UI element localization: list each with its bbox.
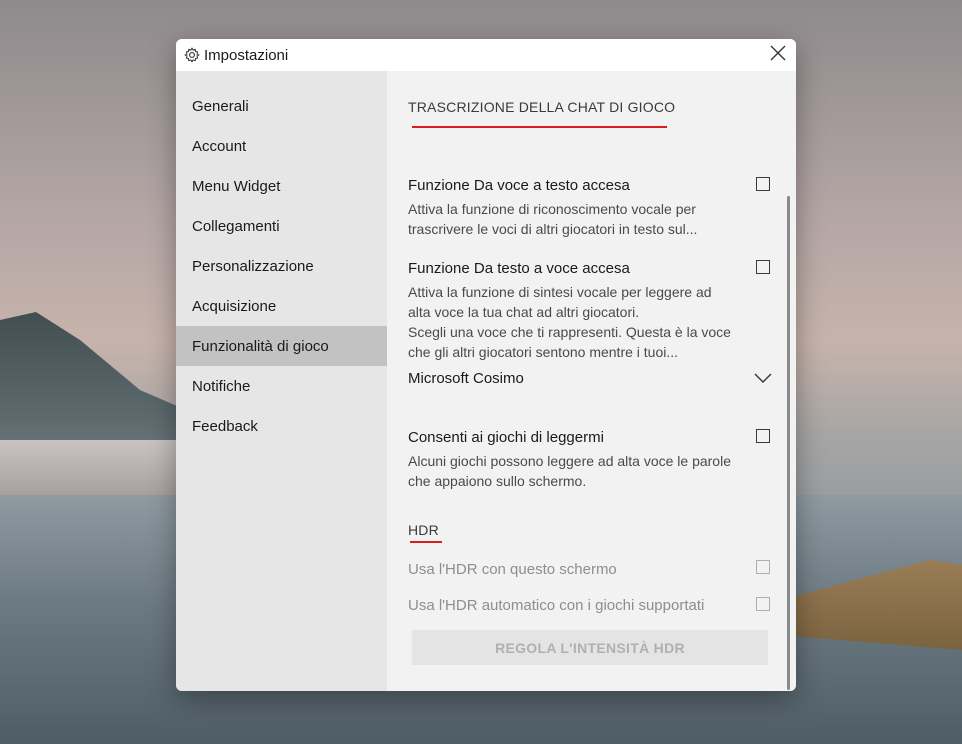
desc-line: trascrivere le voci di altri giocatori i… <box>408 221 698 237</box>
chevron-down-icon <box>754 371 772 385</box>
sidebar-item-personalizzazione[interactable]: Personalizzazione <box>176 246 387 286</box>
voice-dropdown[interactable]: Microsoft Cosimo <box>408 367 772 391</box>
hdr-intensity-button[interactable]: REGOLA L'INTENSITÀ HDR <box>412 630 768 665</box>
use-hdr-checkbox[interactable] <box>756 560 770 574</box>
gear-icon <box>184 47 200 63</box>
text-to-speech-desc: Attiva la funzione di sintesi vocale per… <box>408 282 753 362</box>
sidebar-item-account[interactable]: Account <box>176 126 387 166</box>
settings-content: TRASCRIZIONE DELLA CHAT DI GIOCO Funzion… <box>387 71 796 691</box>
read-to-me-checkbox[interactable] <box>756 429 770 443</box>
window-title: Impostazioni <box>204 47 289 64</box>
auto-hdr-label: Usa l'HDR automatico con i giochi suppor… <box>408 597 705 614</box>
text-to-speech-title: Funzione Da testo a voce accesa <box>408 260 630 277</box>
title-bar: Impostazioni <box>176 39 796 71</box>
close-icon <box>770 45 786 66</box>
desc-line: alta voce la tua chat ad altri giocatori… <box>408 304 640 320</box>
sidebar-item-funzionalita-di-gioco[interactable]: Funzionalità di gioco <box>176 326 387 366</box>
speech-to-text-desc: Attiva la funzione di riconoscimento voc… <box>408 199 753 239</box>
sidebar-item-label: Collegamenti <box>192 217 280 235</box>
sidebar-item-collegamenti[interactable]: Collegamenti <box>176 206 387 246</box>
sidebar-item-generali[interactable]: Generali <box>176 86 387 126</box>
desc-line: Scegli una voce che ti rappresenti. Ques… <box>408 324 731 340</box>
section-underline <box>412 126 667 128</box>
sidebar-item-label: Feedback <box>192 417 258 435</box>
sidebar: Generali Account Menu Widget Collegament… <box>176 71 387 691</box>
sidebar-item-label: Notifiche <box>192 377 251 395</box>
sidebar-item-feedback[interactable]: Feedback <box>176 406 387 446</box>
scrollbar[interactable] <box>787 196 790 690</box>
sidebar-item-menu-widget[interactable]: Menu Widget <box>176 166 387 206</box>
desc-line: che gli altri giocatori sentono mentre i… <box>408 344 679 360</box>
wallpaper-shore <box>0 440 180 500</box>
desc-line: che appaiono sullo schermo. <box>408 473 587 489</box>
desc-line: Attiva la funzione di sintesi vocale per… <box>408 284 712 300</box>
text-to-speech-checkbox[interactable] <box>756 260 770 274</box>
sidebar-item-label: Acquisizione <box>192 297 277 315</box>
read-to-me-title: Consenti ai giochi di leggermi <box>408 429 604 446</box>
voice-dropdown-value: Microsoft Cosimo <box>408 370 524 387</box>
sidebar-item-notifiche[interactable]: Notifiche <box>176 366 387 406</box>
auto-hdr-checkbox[interactable] <box>756 597 770 611</box>
section-title-chat: TRASCRIZIONE DELLA CHAT DI GIOCO <box>408 99 676 115</box>
section-underline <box>410 541 442 543</box>
speech-to-text-checkbox[interactable] <box>756 177 770 191</box>
desc-line: Alcuni giochi possono leggere ad alta vo… <box>408 453 731 469</box>
sidebar-item-label: Generali <box>192 97 249 115</box>
use-hdr-label: Usa l'HDR con questo schermo <box>408 561 617 578</box>
desc-line: Attiva la funzione di riconoscimento voc… <box>408 201 696 217</box>
speech-to-text-title: Funzione Da voce a testo accesa <box>408 177 630 194</box>
section-title-hdr: HDR <box>408 522 439 538</box>
sidebar-item-label: Account <box>192 137 247 155</box>
sidebar-item-label: Menu Widget <box>192 177 281 195</box>
close-button[interactable] <box>760 39 796 71</box>
settings-window: Impostazioni Generali Account Menu Widge… <box>176 39 796 691</box>
sidebar-item-label: Funzionalità di gioco <box>192 337 329 355</box>
sidebar-item-acquisizione[interactable]: Acquisizione <box>176 286 387 326</box>
sidebar-item-label: Personalizzazione <box>192 257 314 275</box>
read-to-me-desc: Alcuni giochi possono leggere ad alta vo… <box>408 451 753 491</box>
